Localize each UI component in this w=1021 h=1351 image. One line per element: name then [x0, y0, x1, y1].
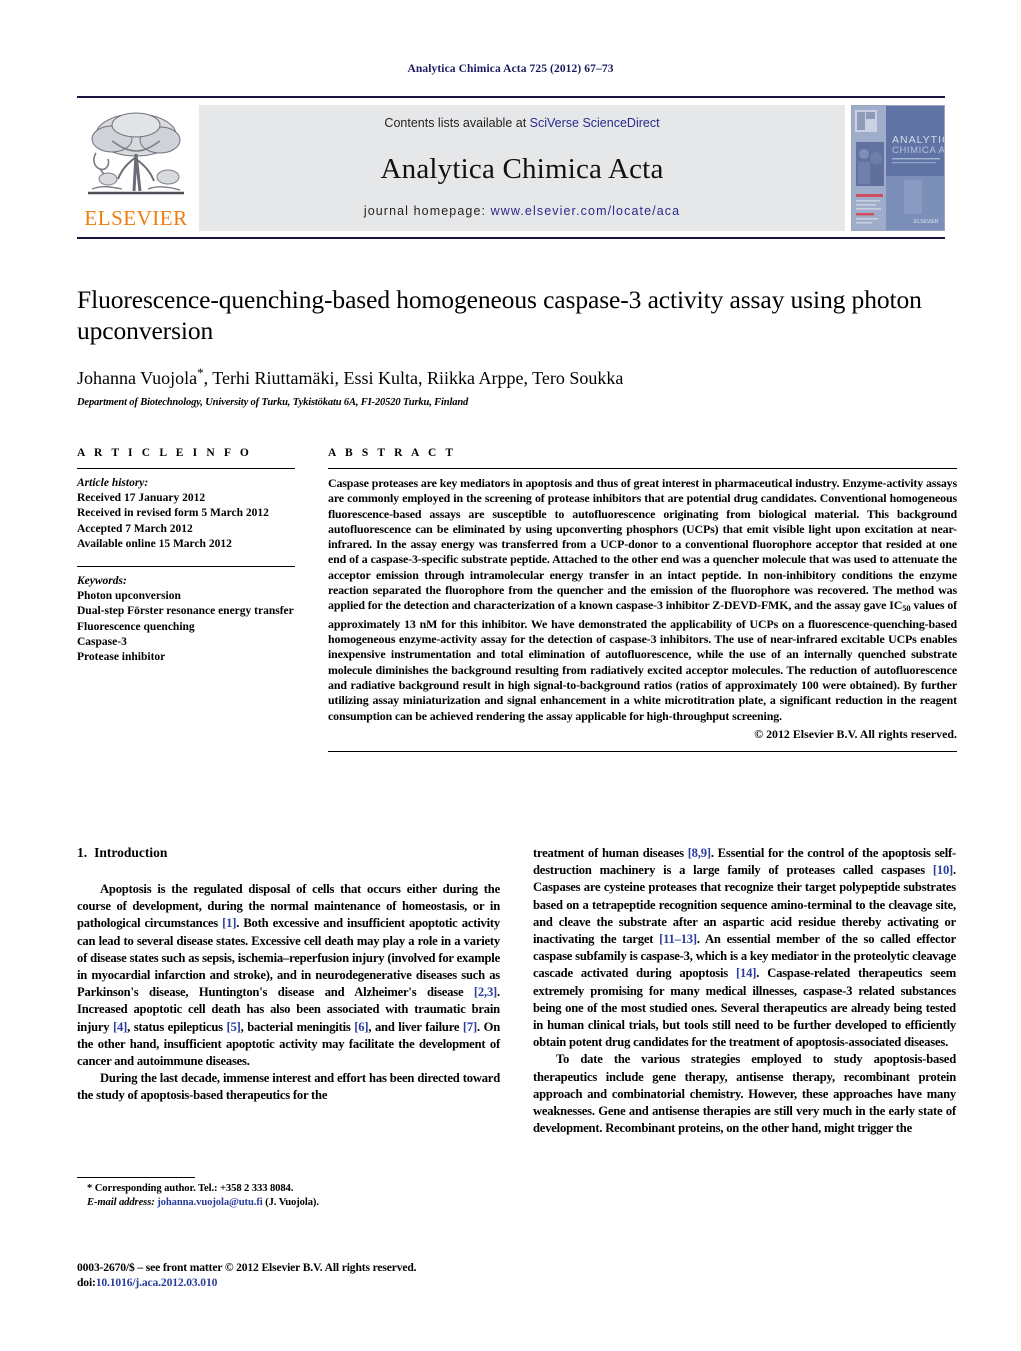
citation-ref[interactable]: [2,3]: [474, 985, 497, 999]
citation-ref[interactable]: [5]: [227, 1020, 241, 1034]
keywords-label: Keywords:: [77, 575, 127, 588]
keywords-group: Keywords: Photon upconversion Dual-step …: [77, 574, 295, 665]
page-title: Fluorescence-quenching-based homogeneous…: [77, 285, 922, 345]
keyword-item: Photon upconversion: [77, 590, 181, 603]
elsevier-wordmark: ELSEVIER: [84, 206, 188, 230]
keyword-item: Fluorescence quenching: [77, 620, 195, 633]
author-rest: , Terhi Riuttamäki, Essi Kulta, Riikka A…: [203, 368, 624, 388]
citation-ref[interactable]: [14]: [736, 966, 756, 980]
citation-ref[interactable]: [4]: [113, 1020, 127, 1034]
masthead-bottom-rule: [77, 237, 945, 239]
history-received: Received 17 January 2012: [77, 492, 206, 505]
author-list: Johanna Vuojola*, Terhi Riuttamäki, Essi…: [77, 365, 957, 389]
front-matter-line: 0003-2670/$ – see front matter © 2012 El…: [77, 1261, 417, 1274]
abstract-text: Caspase proteases are key mediators in a…: [328, 476, 957, 723]
cover-artwork-icon: ANALYTICA CHIMICA ACTA ELSEVIER: [852, 106, 944, 230]
keyword-item: Caspase-3: [77, 635, 127, 648]
abstract-column: A B S T R A C T Caspase proteases are ke…: [309, 447, 957, 752]
keyword-item: Protease inhibitor: [77, 651, 166, 664]
paragraph: Apoptosis is the regulated disposal of c…: [77, 882, 500, 1069]
abstract-copyright: © 2012 Elsevier B.V. All rights reserved…: [754, 726, 957, 741]
email-label: E-mail address:: [87, 1196, 155, 1208]
citation-ref[interactable]: [8,9]: [688, 846, 711, 860]
history-online: Available online 15 March 2012: [77, 537, 232, 550]
journal-homepage-link[interactable]: www.elsevier.com/locate/aca: [491, 204, 681, 218]
citation-ref[interactable]: [10]: [933, 863, 953, 877]
email-link[interactable]: johanna.vuojola@utu.fi: [157, 1197, 262, 1208]
elsevier-logo: ELSEVIER: [77, 105, 195, 231]
paragraph: During the last decade, immense interest…: [77, 1071, 500, 1103]
doi-link[interactable]: 10.1016/j.aca.2012.03.010: [96, 1276, 218, 1289]
corresponding-author-text: * Corresponding author. Tel.: +358 2 333…: [87, 1183, 294, 1194]
contents-available-line: Contents lists available at SciVerse Sci…: [384, 116, 659, 130]
article-info-heading: A R T I C L E I N F O: [77, 447, 252, 459]
body-column-right: treatment of human diseases [8,9]. Essen…: [533, 845, 956, 1137]
citation-ref[interactable]: [1]: [222, 916, 236, 930]
abstract-heading: A B S T R A C T: [328, 447, 457, 459]
article-history-label: Article history:: [77, 477, 149, 489]
history-accepted: Accepted 7 March 2012: [77, 522, 193, 535]
sciencedirect-link[interactable]: SciVerse ScienceDirect: [530, 116, 660, 130]
keywords-rule: [77, 566, 295, 568]
journal-band: Contents lists available at SciVerse Sci…: [199, 105, 845, 231]
doi-label: doi:: [77, 1276, 96, 1289]
corresponding-author-note: * Corresponding author. Tel.: +358 2 333…: [77, 1182, 500, 1196]
footnote-block: * Corresponding author. Tel.: +358 2 333…: [77, 1177, 500, 1209]
doi-line: doi:10.1016/j.aca.2012.03.010: [77, 1275, 547, 1290]
body-columns: 1. Introduction Apoptosis is the regulate…: [77, 845, 957, 1137]
article-first-page: Analytica Chimica Acta 725 (2012) 67–73: [0, 0, 1021, 1351]
section-heading-introduction: 1. Introduction: [77, 845, 500, 861]
citation-ref[interactable]: [11–13]: [659, 932, 697, 946]
paragraph: To date the various strategies employed …: [533, 1052, 956, 1136]
journal-title: Analytica Chimica Acta: [380, 153, 664, 185]
history-revised: Received in revised form 5 March 2012: [77, 507, 269, 520]
section-number: 1.: [77, 845, 88, 860]
svg-text:CHIMICA ACTA: CHIMICA ACTA: [892, 145, 944, 156]
abstract-bottom-rule: [328, 750, 957, 752]
footer-block: 0003-2670/$ – see front matter © 2012 El…: [77, 1260, 547, 1290]
contents-prefix: Contents lists available at: [384, 116, 530, 130]
paragraph: treatment of human diseases [8,9]. Essen…: [533, 846, 956, 1050]
running-head: Analytica Chimica Acta 725 (2012) 67–73: [407, 63, 614, 75]
article-history-group: Article history: Received 17 January 201…: [77, 476, 295, 552]
title-block: Fluorescence-quenching-based homogeneous…: [77, 284, 957, 408]
citation-ref[interactable]: [6]: [354, 1020, 368, 1034]
section-title: Introduction: [94, 845, 168, 860]
elsevier-tree-icon: [88, 112, 184, 195]
citation-ref[interactable]: [7]: [463, 1020, 477, 1034]
homepage-prefix: journal homepage:: [363, 204, 491, 218]
email-suffix: (J. Vuojola).: [262, 1196, 319, 1208]
article-info-rule: [77, 468, 295, 469]
journal-homepage-line: journal homepage: www.elsevier.com/locat…: [199, 204, 845, 218]
author-first: Johanna Vuojola: [77, 368, 198, 388]
svg-text:ELSEVIER: ELSEVIER: [914, 219, 939, 225]
info-abstract-section: A R T I C L E I N F O Article history: R…: [77, 447, 957, 752]
body-column-left: 1. Introduction Apoptosis is the regulate…: [77, 845, 500, 1137]
article-info-column: A R T I C L E I N F O Article history: R…: [77, 447, 309, 752]
footnote-rule: [77, 1177, 195, 1178]
email-note: E-mail address: johanna.vuojola@utu.fi (…: [77, 1196, 500, 1210]
abstract-rule: [328, 468, 957, 469]
affiliation: Department of Biotechnology, University …: [77, 397, 469, 408]
journal-masthead: ELSEVIER Contents lists available at Sci…: [77, 96, 945, 239]
keyword-item: Dual-step Förster resonance energy trans…: [77, 605, 294, 618]
journal-cover-thumbnail: ANALYTICA CHIMICA ACTA ELSEVIER: [851, 105, 945, 231]
